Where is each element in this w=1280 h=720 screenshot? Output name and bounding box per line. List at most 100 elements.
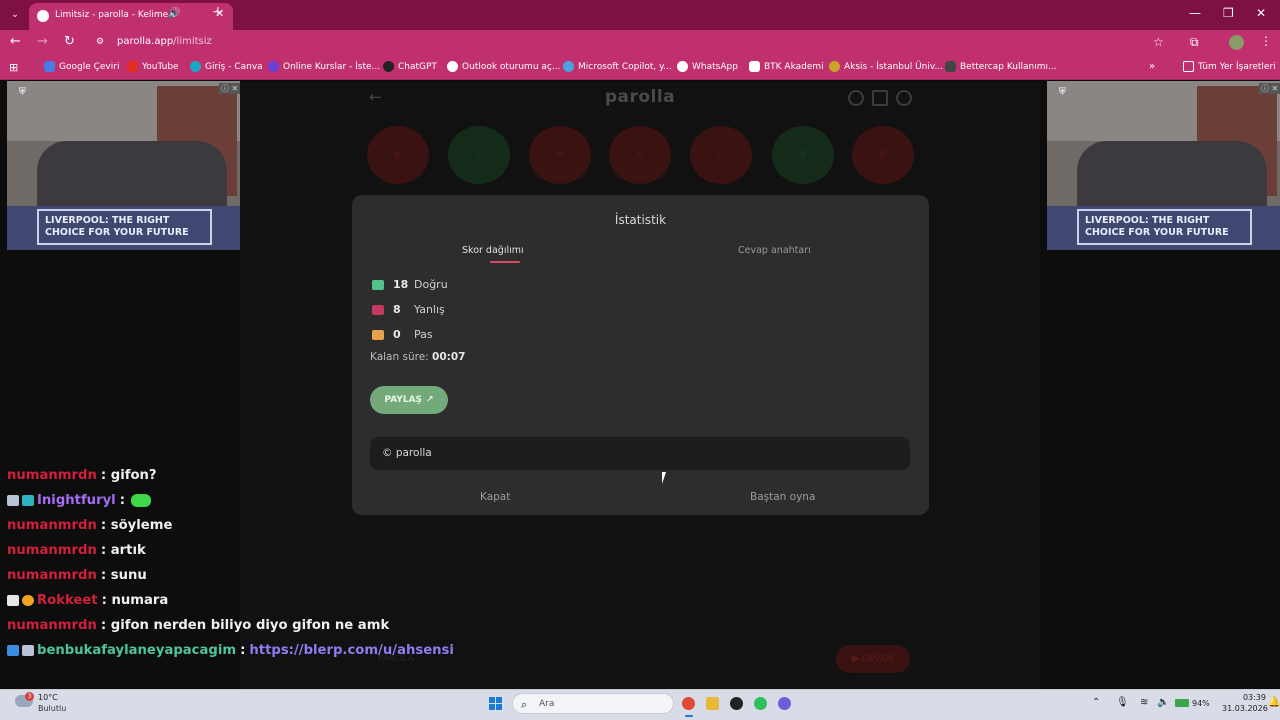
chevron-down-icon[interactable]: ⌄	[6, 5, 24, 23]
badge-icon	[22, 595, 34, 606]
bookmark-item[interactable]: Google Çeviri	[44, 61, 119, 72]
emote-icon	[130, 494, 151, 507]
chat-link[interactable]: https://blerp.com/u/ahsensi	[249, 643, 454, 658]
copilot-icon	[563, 61, 574, 72]
bookmark-item[interactable]: YouTube	[127, 61, 179, 72]
bookmark-star-icon[interactable]: ☆	[1153, 35, 1164, 49]
badge-icon	[7, 595, 19, 606]
wifi-icon[interactable]: ≋	[1140, 697, 1148, 708]
address-bar[interactable]: parolla.app/limitsiz	[117, 36, 212, 47]
file-explorer-icon[interactable]	[706, 697, 719, 710]
outlook-icon	[447, 61, 458, 72]
bookmarks-bar: ⊞ Google Çeviri YouTube Giriş - Canva On…	[0, 56, 1280, 80]
close-window-button[interactable]: ✕	[1256, 6, 1266, 20]
correct-swatch	[372, 279, 384, 290]
all-bookmarks-button[interactable]: Tüm Yer İşaretleri	[1183, 61, 1276, 72]
reload-button[interactable]: ↻	[64, 34, 75, 49]
modal-title: İstatistik	[614, 213, 667, 227]
bookmark-item[interactable]: Microsoft Copilot, y...	[563, 61, 672, 72]
stat-correct: 18 Doğru	[372, 278, 448, 291]
volume-icon[interactable]: 🔈	[1157, 697, 1169, 708]
clock[interactable]: 03:39 31.03.2026	[1222, 692, 1268, 714]
bookmark-item[interactable]: Giriş - Canva	[190, 61, 263, 72]
bookmark-item[interactable]: ChatGPT	[383, 61, 437, 72]
ad-banner-left[interactable]: ⛨ ⓘ ✕ LIVERPOOL: THE RIGHT CHOICE FOR YO…	[7, 81, 243, 250]
url-path: /limitsiz	[173, 36, 212, 47]
tab-title: Limitsiz - parolla - Kelime o	[55, 10, 175, 20]
chat-message: numanmrdn: sunu	[7, 568, 147, 583]
youtube-icon	[127, 61, 138, 72]
discord-icon[interactable]	[778, 697, 791, 710]
wrong-swatch	[372, 304, 384, 315]
spotify-icon[interactable]	[754, 697, 767, 710]
bookmark-item[interactable]: Online Kurslar - İste...	[268, 61, 380, 72]
more-bookmarks-button[interactable]: »	[1149, 61, 1155, 72]
chat-message: numanmrdn: söyleme	[7, 518, 173, 533]
ad-banner-right[interactable]: ⛨ ⓘ ✕ LIVERPOOL: THE RIGHT CHOICE FOR YO…	[1047, 81, 1280, 250]
ad-text: LIVERPOOL: THE RIGHT CHOICE FOR YOUR FUT…	[1077, 209, 1252, 245]
chrome-icon[interactable]	[682, 697, 695, 710]
mouse-cursor-icon	[662, 472, 670, 484]
bookmark-item[interactable]: WhatsApp	[677, 61, 738, 72]
bettercap-icon	[945, 61, 956, 72]
bookmark-item[interactable]: Aksis - İstanbul Üniv...	[829, 61, 943, 72]
stat-pass: 0 Pas	[372, 328, 433, 341]
apps-grid-icon[interactable]: ⊞	[9, 61, 18, 74]
bookmark-item[interactable]: Bettercap Kullanımı...	[945, 61, 1057, 72]
battery-percent: 94%	[1192, 699, 1210, 708]
info-icon[interactable]	[848, 90, 864, 106]
notifications-icon[interactable]: 🔔	[1268, 697, 1280, 708]
ad-choices-icon[interactable]: ⓘ ✕	[1259, 83, 1280, 94]
letter-circle: O	[690, 126, 752, 184]
site-info-icon[interactable]: ⚙	[96, 37, 104, 47]
back-button[interactable]: ←	[10, 34, 21, 49]
windows-start-icon[interactable]	[489, 697, 502, 710]
pass-swatch	[372, 329, 384, 340]
tab-score-distribution[interactable]: Skor dağılımı	[462, 245, 524, 256]
minimize-button[interactable]: —	[1189, 6, 1201, 20]
speaker-icon[interactable]: 🔊	[168, 8, 180, 19]
weather-badge: 3	[25, 692, 34, 701]
new-tab-button[interactable]: +	[212, 4, 224, 20]
parolla-favicon-icon	[37, 10, 49, 22]
user-icon[interactable]	[896, 90, 912, 106]
continue-button[interactable]: ▶ DEVAM	[836, 645, 910, 673]
credit-text: © parolla	[382, 447, 432, 459]
close-button[interactable]: Kapat	[480, 491, 510, 503]
chevron-up-icon[interactable]: ⌃	[1092, 697, 1100, 708]
remaining-time: Kalan süre: 00:07	[370, 351, 466, 363]
profile-avatar[interactable]	[1229, 35, 1244, 50]
restart-button[interactable]: Baştan oyna	[750, 491, 815, 503]
stats-icon[interactable]	[872, 90, 888, 106]
share-icon: ↗	[426, 395, 434, 405]
restore-button[interactable]: ❐	[1223, 6, 1234, 20]
bookmark-item[interactable]: BTK Akademi	[749, 61, 824, 72]
university-logo: ⛨	[19, 87, 26, 97]
udemy-icon	[268, 61, 279, 72]
url-host: parolla.app	[117, 36, 174, 47]
browser-menu-icon[interactable]: ⋮	[1260, 34, 1272, 48]
chat-message: Rokkeet: numara	[7, 593, 168, 608]
browser-tab[interactable]: Limitsiz - parolla - Kelime o 🔊 ✕	[29, 3, 233, 30]
bookmark-item[interactable]: Outlook oturumu aç...	[447, 61, 560, 72]
obs-icon[interactable]	[730, 697, 743, 710]
forward-button[interactable]: →	[37, 34, 48, 49]
university-logo: ⛨	[1059, 87, 1066, 97]
ad-choices-icon[interactable]: ⓘ ✕	[219, 83, 241, 94]
chat-message: numanmrdn: artık	[7, 543, 146, 558]
share-button[interactable]: PAYLAŞ ↗	[370, 386, 448, 414]
search-input[interactable]: ⌕ Ara	[512, 693, 674, 714]
back-arrow-icon[interactable]: ←	[369, 88, 382, 106]
chat-message: numanmrdn: gifon nerden biliyo diyo gifo…	[7, 618, 390, 633]
microphone-icon[interactable]: 🎙	[1116, 697, 1129, 708]
active-app-indicator	[685, 715, 693, 717]
extensions-icon[interactable]: ⧉	[1190, 35, 1199, 50]
badge-icon	[7, 645, 19, 656]
btk-icon	[749, 61, 760, 72]
battery-icon[interactable]	[1175, 699, 1189, 707]
letter-circle: S	[772, 126, 834, 184]
tab-answer-key[interactable]: Cevap anahtarı	[738, 245, 811, 256]
chat-message: numanmrdn: gifon?	[7, 468, 157, 483]
badge-icon	[22, 645, 34, 656]
letter-circle: M	[529, 126, 591, 184]
